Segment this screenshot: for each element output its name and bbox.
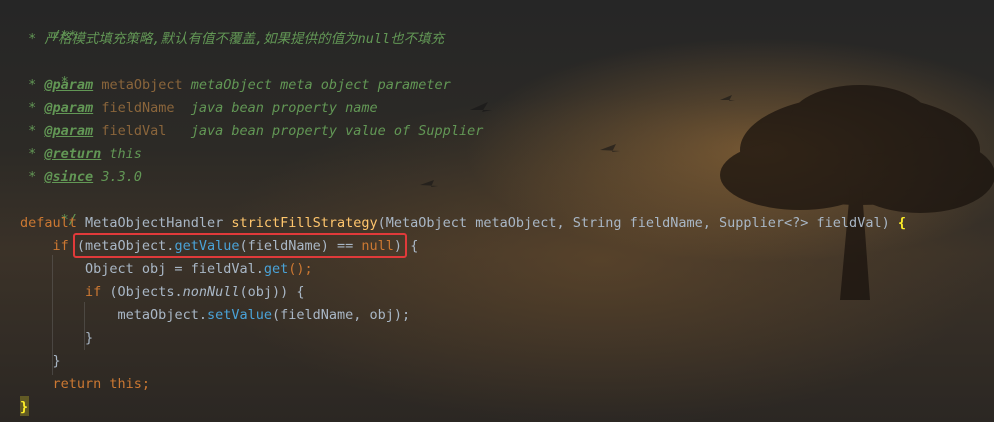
code-text: (obj)) { [239,284,305,300]
return-type: MetaObjectHandler [76,215,232,231]
code-line: } [20,328,93,348]
code-line: metaObject.setValue(fieldName, obj); [20,305,411,325]
method-call[interactable]: setValue [207,307,272,323]
javadoc-param-name: metaObject [101,77,183,93]
code-line: } [20,397,28,417]
code-line: /** [20,6,77,44]
keyword: default [20,215,77,231]
javadoc-since-text: 3.3.0 [93,169,142,185]
method-name[interactable]: strictFillStrategy [231,215,377,231]
code-line: */ [20,190,77,228]
code-editor[interactable]: /** * 严格模式填充策略,默认有值不覆盖,如果提供的值为null也不填充 *… [0,0,994,422]
javadoc-tag: @since [44,169,94,185]
semicolon: ; [141,376,151,392]
javadoc-description: 严格模式填充策略,默认有值不覆盖,如果提供的值为null也不填充 [44,31,445,47]
keyword: if [85,284,110,300]
javadoc-star: * [20,146,45,162]
code-line: * @param fieldVal java bean property val… [20,121,483,141]
method-params: (MetaObject metaObject, String fieldName… [377,215,898,231]
close-brace: } [85,330,94,346]
javadoc-tag: @param [44,77,94,93]
static-method-call[interactable]: nonNull [183,284,240,300]
javadoc-star: * [20,169,45,185]
code-line: * 严格模式填充策略,默认有值不覆盖,如果提供的值为null也不填充 [20,29,444,49]
code-line: if (Objects.nonNull(obj)) { [20,282,305,302]
code-line: * [20,52,69,90]
javadoc-param-name: fieldVal [101,123,167,139]
javadoc-star: * [20,31,45,47]
javadoc-param-text: java bean property name [174,100,378,116]
javadoc-tag: @return [44,146,102,162]
open-brace: { [410,238,419,254]
javadoc-tag: @param [44,100,94,116]
code-text: (fieldName, obj); [271,307,411,323]
javadoc-return-text: this [101,146,142,162]
code-line: default MetaObjectHandler strictFillStra… [20,213,906,233]
javadoc-tag: @param [44,123,94,139]
javadoc-star: * [20,123,45,139]
close-brace: } [20,399,29,415]
code-line: } [20,351,61,371]
code-line: return this; [20,374,151,394]
method-call[interactable]: get [264,261,288,277]
code-line: * @param metaObject metaObject meta obje… [20,75,451,95]
highlight-annotation-box [73,233,407,258]
close-brace: } [52,353,61,369]
open-brace: { [897,215,906,231]
code-line: * @since 3.3.0 [20,167,142,187]
code-text: (); [288,261,313,277]
javadoc-param-text: metaObject meta object parameter [182,77,451,93]
javadoc-star: * [20,100,45,116]
javadoc-param-name: fieldName [101,100,175,116]
code-text: Object obj = fieldVal. [85,261,264,277]
code-text: (Objects. [109,284,183,300]
code-line: * @return this [20,144,142,164]
code-text: metaObject. [117,307,207,323]
code-line: * @param fieldName java bean property na… [20,98,378,118]
keyword: return this [52,376,142,392]
javadoc-param-text: java bean property value of Supplier [166,123,484,139]
javadoc-star: * [20,77,45,93]
code-line: Object obj = fieldVal.get(); [20,259,313,279]
